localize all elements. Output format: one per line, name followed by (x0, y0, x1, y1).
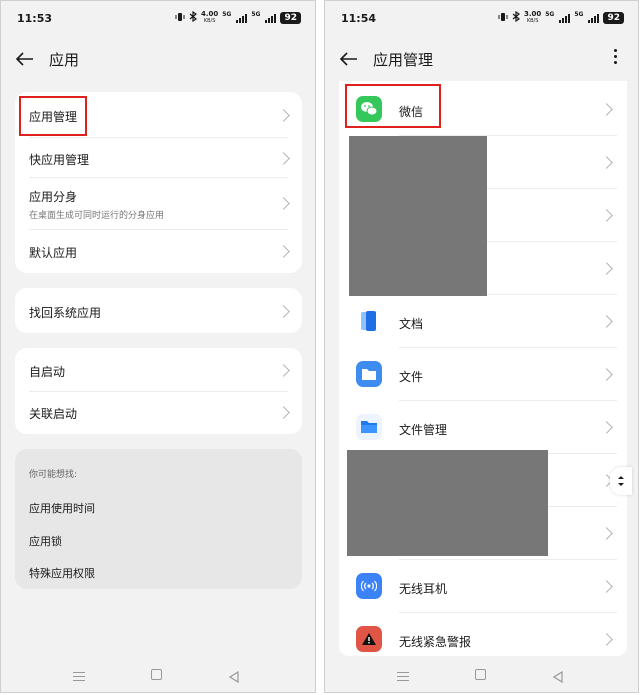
menu-item-quick-app-management[interactable]: 快应用管理 (15, 137, 302, 177)
recover-apps-card: 找回系统应用 (15, 288, 302, 333)
network-speed: 4.00 KB/S (200, 10, 219, 25)
recents-icon[interactable] (397, 672, 409, 684)
redacted-block (349, 136, 487, 296)
chevron-right-icon (600, 156, 613, 169)
signal-label: 5G (222, 11, 232, 18)
home-icon[interactable] (475, 669, 486, 680)
emergency-alert-icon (356, 626, 382, 652)
file-manager-icon (356, 414, 382, 440)
vibrate-icon (498, 12, 508, 25)
chevron-right-icon (277, 406, 290, 419)
vibrate-icon (175, 12, 185, 25)
suggestion-link[interactable]: 应用锁 (29, 533, 62, 549)
highlight-box (19, 96, 87, 136)
menu-item-associated-start[interactable]: 关联启动 (15, 391, 302, 434)
chevron-right-icon (600, 421, 613, 434)
app-item-file-manager[interactable]: 文件管理 (339, 401, 627, 454)
chevron-right-icon (277, 109, 290, 122)
menu-item-description: 在桌面生成可同时运行的分身应用 (29, 211, 165, 221)
signal-icon (559, 13, 571, 23)
menu-item-label: 应用分身 (29, 190, 78, 204)
menu-item-label: 自启动 (29, 365, 66, 379)
navigation-bar (1, 658, 315, 692)
bluetooth-icon (512, 10, 520, 25)
suggestions-header: 你可能想找: (29, 470, 78, 480)
menu-item-app-clone[interactable]: 应用分身 在桌面生成可同时运行的分身应用 (15, 177, 302, 229)
left-screen: 11:53 4.00 KB/S 5G 5G 92 应用 应用管理 快应用管理 应… (0, 0, 316, 693)
chevron-right-icon (600, 103, 613, 116)
highlight-box (345, 84, 441, 128)
back-arrow-icon[interactable] (13, 47, 37, 71)
files-icon (356, 361, 382, 387)
app-bar: 应用 (1, 41, 315, 77)
chevron-right-icon (600, 633, 613, 646)
docs-icon (356, 308, 382, 334)
suggestion-link[interactable]: 特殊应用权限 (29, 565, 95, 581)
app-name: 无线紧急警报 (399, 635, 472, 649)
app-item-wireless-earphones[interactable]: 无线耳机 (339, 560, 627, 613)
right-screen: 11:54 3.00 KB/S 5G 5G 92 应用管理 微信 文档 文件 文… (324, 0, 639, 693)
status-time: 11:54 (341, 12, 377, 25)
battery-icon: 92 (280, 12, 301, 24)
suggestions-card: 你可能想找: 应用使用时间 应用锁 特殊应用权限 (15, 449, 302, 589)
wireless-earphone-icon (356, 573, 382, 599)
fast-scroll-handle[interactable] (610, 467, 632, 495)
status-icons: 4.00 KB/S 5G 5G 92 (175, 11, 301, 25)
app-name: 文件 (399, 370, 424, 384)
chevron-right-icon (277, 305, 290, 318)
signal-icon (236, 13, 248, 23)
chevron-right-icon (600, 527, 613, 540)
app-name: 无线耳机 (399, 582, 448, 596)
app-item-docs[interactable]: 文档 (339, 295, 627, 348)
back-triangle-icon[interactable] (228, 668, 239, 684)
chevron-right-icon (277, 245, 290, 258)
chevron-right-icon (600, 368, 613, 381)
status-time: 11:53 (17, 12, 53, 25)
menu-item-label: 快应用管理 (29, 153, 90, 167)
back-arrow-icon[interactable] (337, 47, 361, 71)
status-bar: 11:53 4.00 KB/S 5G 5G 92 (1, 1, 315, 37)
chevron-right-icon (600, 262, 613, 275)
page-title: 应用管理 (373, 51, 434, 69)
menu-item-recover-system-apps[interactable]: 找回系统应用 (15, 288, 302, 333)
chevron-right-icon (277, 152, 290, 165)
status-icons: 3.00 KB/S 5G 5G 92 (498, 11, 624, 25)
chevron-right-icon (277, 197, 290, 210)
chevron-right-icon (277, 364, 290, 377)
menu-item-label: 找回系统应用 (29, 306, 102, 320)
home-icon[interactable] (151, 669, 162, 680)
app-item-files[interactable]: 文件 (339, 348, 627, 401)
signal-label: 5G (545, 11, 555, 18)
signal-label-2: 5G (574, 11, 584, 18)
more-options-icon[interactable] (614, 49, 618, 64)
redacted-block (347, 450, 548, 556)
page-title: 应用 (49, 51, 80, 69)
network-speed: 3.00 KB/S (523, 10, 542, 25)
bluetooth-icon (189, 10, 197, 25)
back-triangle-icon[interactable] (552, 668, 563, 684)
suggestion-link[interactable]: 应用使用时间 (29, 500, 95, 516)
navigation-bar (325, 658, 638, 692)
app-bar: 应用管理 (325, 41, 638, 77)
recents-icon[interactable] (73, 672, 85, 684)
menu-item-label: 关联启动 (29, 407, 78, 421)
app-name: 文件管理 (399, 423, 448, 437)
startup-card: 自启动 关联启动 (15, 348, 302, 434)
signal-icon-2 (588, 13, 600, 23)
app-name: 文档 (399, 317, 424, 331)
status-bar: 11:54 3.00 KB/S 5G 5G 92 (325, 1, 638, 37)
chevron-right-icon (600, 209, 613, 222)
chevron-right-icon (600, 580, 613, 593)
menu-item-label: 默认应用 (29, 246, 78, 260)
chevron-right-icon (600, 315, 613, 328)
signal-icon-2 (265, 13, 277, 23)
menu-item-default-apps[interactable]: 默认应用 (15, 229, 302, 273)
battery-icon: 92 (603, 12, 624, 24)
signal-label-2: 5G (251, 11, 261, 18)
menu-item-auto-start[interactable]: 自启动 (15, 348, 302, 391)
